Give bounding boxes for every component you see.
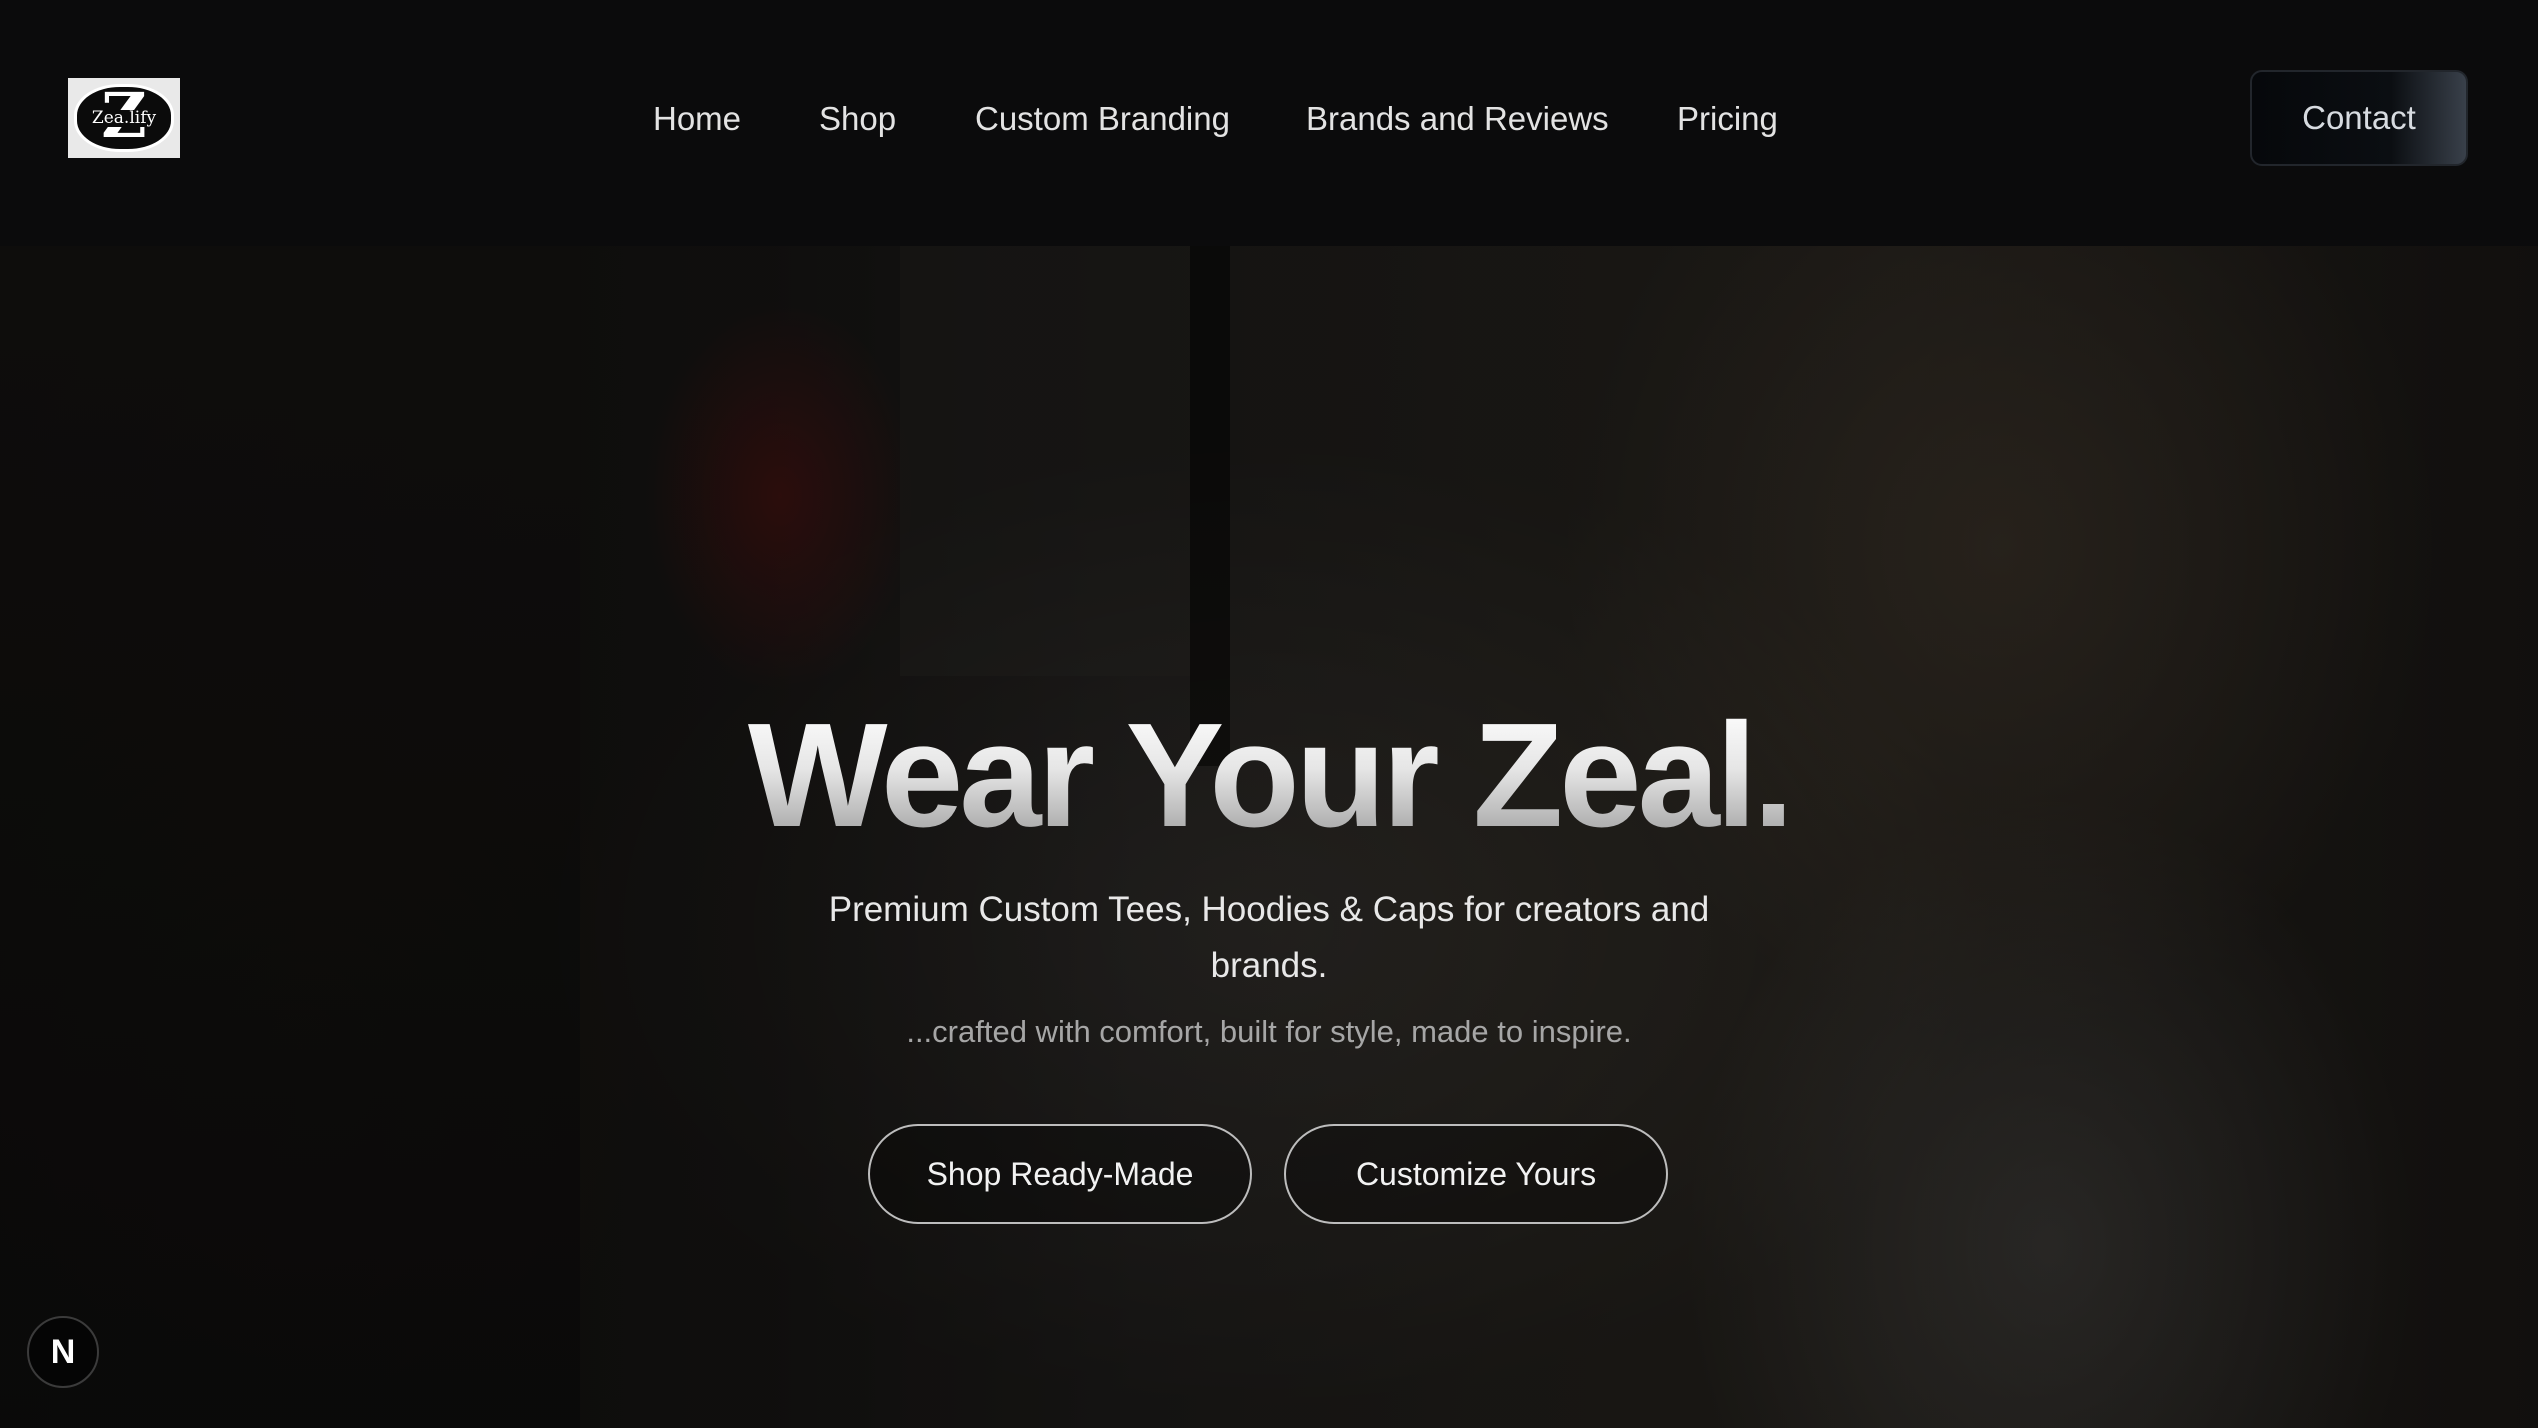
brand-logo[interactable]: Z Zea.lify — [68, 78, 180, 158]
n-logo-icon: N — [50, 1333, 76, 1371]
logo-text: Zea.lify — [89, 107, 159, 128]
shop-ready-made-button[interactable]: Shop Ready-Made — [868, 1124, 1252, 1224]
page: Z Zea.lify Home Shop Custom Branding Bra… — [0, 0, 2538, 1428]
nav-pricing[interactable]: Pricing — [1677, 96, 1778, 142]
site-header: Z Zea.lify Home Shop Custom Branding Bra… — [0, 0, 2538, 246]
hero-title: Wear Your Zeal. — [0, 702, 2538, 850]
hero-content: Wear Your Zeal. Premium Custom Tees, Hoo… — [0, 246, 2538, 1428]
contact-button[interactable]: Contact — [2250, 70, 2468, 166]
logo-emblem: Z Zea.lify — [74, 84, 174, 152]
dev-tools-badge[interactable]: N — [27, 1316, 99, 1388]
hero-tagline: ...crafted with comfort, built for style… — [906, 1014, 1632, 1049]
nav-brands-and-reviews[interactable]: Brands and Reviews — [1306, 96, 1609, 142]
hero-section: Wear Your Zeal. Premium Custom Tees, Hoo… — [0, 246, 2538, 1428]
customize-yours-button[interactable]: Customize Yours — [1284, 1124, 1668, 1224]
nav-shop[interactable]: Shop — [819, 96, 896, 142]
nav-home[interactable]: Home — [653, 96, 741, 142]
nav-custom-branding[interactable]: Custom Branding — [975, 96, 1230, 142]
hero-subtitle: Premium Custom Tees, Hoodies & Caps for … — [828, 890, 1710, 985]
